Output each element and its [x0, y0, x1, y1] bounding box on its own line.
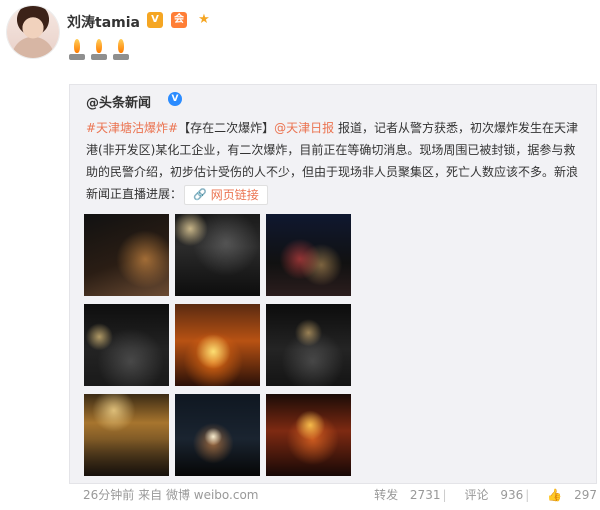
- photo-5[interactable]: [175, 304, 260, 386]
- link-clip-icon: 🔗: [193, 187, 207, 201]
- comment-action[interactable]: 评论 936: [457, 486, 524, 503]
- repost-count: 2731: [409, 488, 441, 502]
- repost-text: #天津塘沽爆炸#【存在二次爆炸】@天津日报 报道，记者从警方获悉，初次爆炸发生在…: [86, 117, 586, 205]
- like-action[interactable]: 👍 297: [539, 488, 597, 502]
- photo-3[interactable]: [266, 214, 351, 296]
- hashtag-link[interactable]: #天津塘沽爆炸#: [86, 121, 178, 135]
- photo-2[interactable]: [175, 214, 260, 296]
- mention-link[interactable]: @天津日报: [274, 121, 334, 135]
- comment-label: 评论: [464, 488, 489, 502]
- reposted-card: @头条新闻 V #天津塘沽爆炸#【存在二次爆炸】@天津日报 报道，记者从警方获悉…: [69, 84, 597, 484]
- verified-badge[interactable]: V: [147, 12, 163, 28]
- candle-emoji-icon: [111, 38, 131, 60]
- source-account-link[interactable]: @头条新闻: [86, 92, 151, 111]
- actions: 转发 2731 | 评论 936 | 👍 297: [358, 486, 597, 503]
- timestamp-source: 26分钟前 来自 微博 weibo.com: [83, 486, 259, 503]
- vip-badge[interactable]: 会: [171, 12, 187, 28]
- like-count: 297: [574, 488, 597, 502]
- thumbs-up-icon: 👍: [547, 488, 563, 502]
- candle-emoji-icon: [67, 38, 87, 60]
- web-link-button[interactable]: 🔗 网页链接: [184, 184, 268, 205]
- medal-icon[interactable]: ★: [196, 12, 212, 28]
- photo-1[interactable]: [84, 214, 169, 296]
- repost-label: 转发: [374, 488, 399, 502]
- repost-footer: 26分钟前 来自 微博 weibo.com 转发 2731 | 评论 936 | 👍 2…: [77, 486, 597, 506]
- time-link[interactable]: 26分钟前: [83, 488, 134, 502]
- user-avatar[interactable]: [7, 6, 59, 58]
- candle-emoji-icon: [89, 38, 109, 60]
- photo-6[interactable]: [266, 304, 351, 386]
- divider: |: [442, 488, 447, 502]
- client-link[interactable]: 微博 weibo.com: [166, 488, 259, 502]
- tag-text: 【存在二次爆炸】: [178, 121, 275, 135]
- divider: |: [525, 488, 530, 502]
- comment-count: 936: [500, 488, 524, 502]
- source-verified-icon: V: [168, 92, 182, 106]
- from-label: 来自: [138, 488, 163, 502]
- web-link-label: 网页链接: [210, 187, 259, 202]
- username-link[interactable]: 刘涛tamia: [67, 12, 140, 32]
- photo-8[interactable]: [175, 394, 260, 476]
- photo-7[interactable]: [84, 394, 169, 476]
- repost-action[interactable]: 转发 2731: [366, 486, 440, 503]
- photo-4[interactable]: [84, 304, 169, 386]
- photo-9[interactable]: [266, 394, 351, 476]
- post-content: [67, 38, 131, 62]
